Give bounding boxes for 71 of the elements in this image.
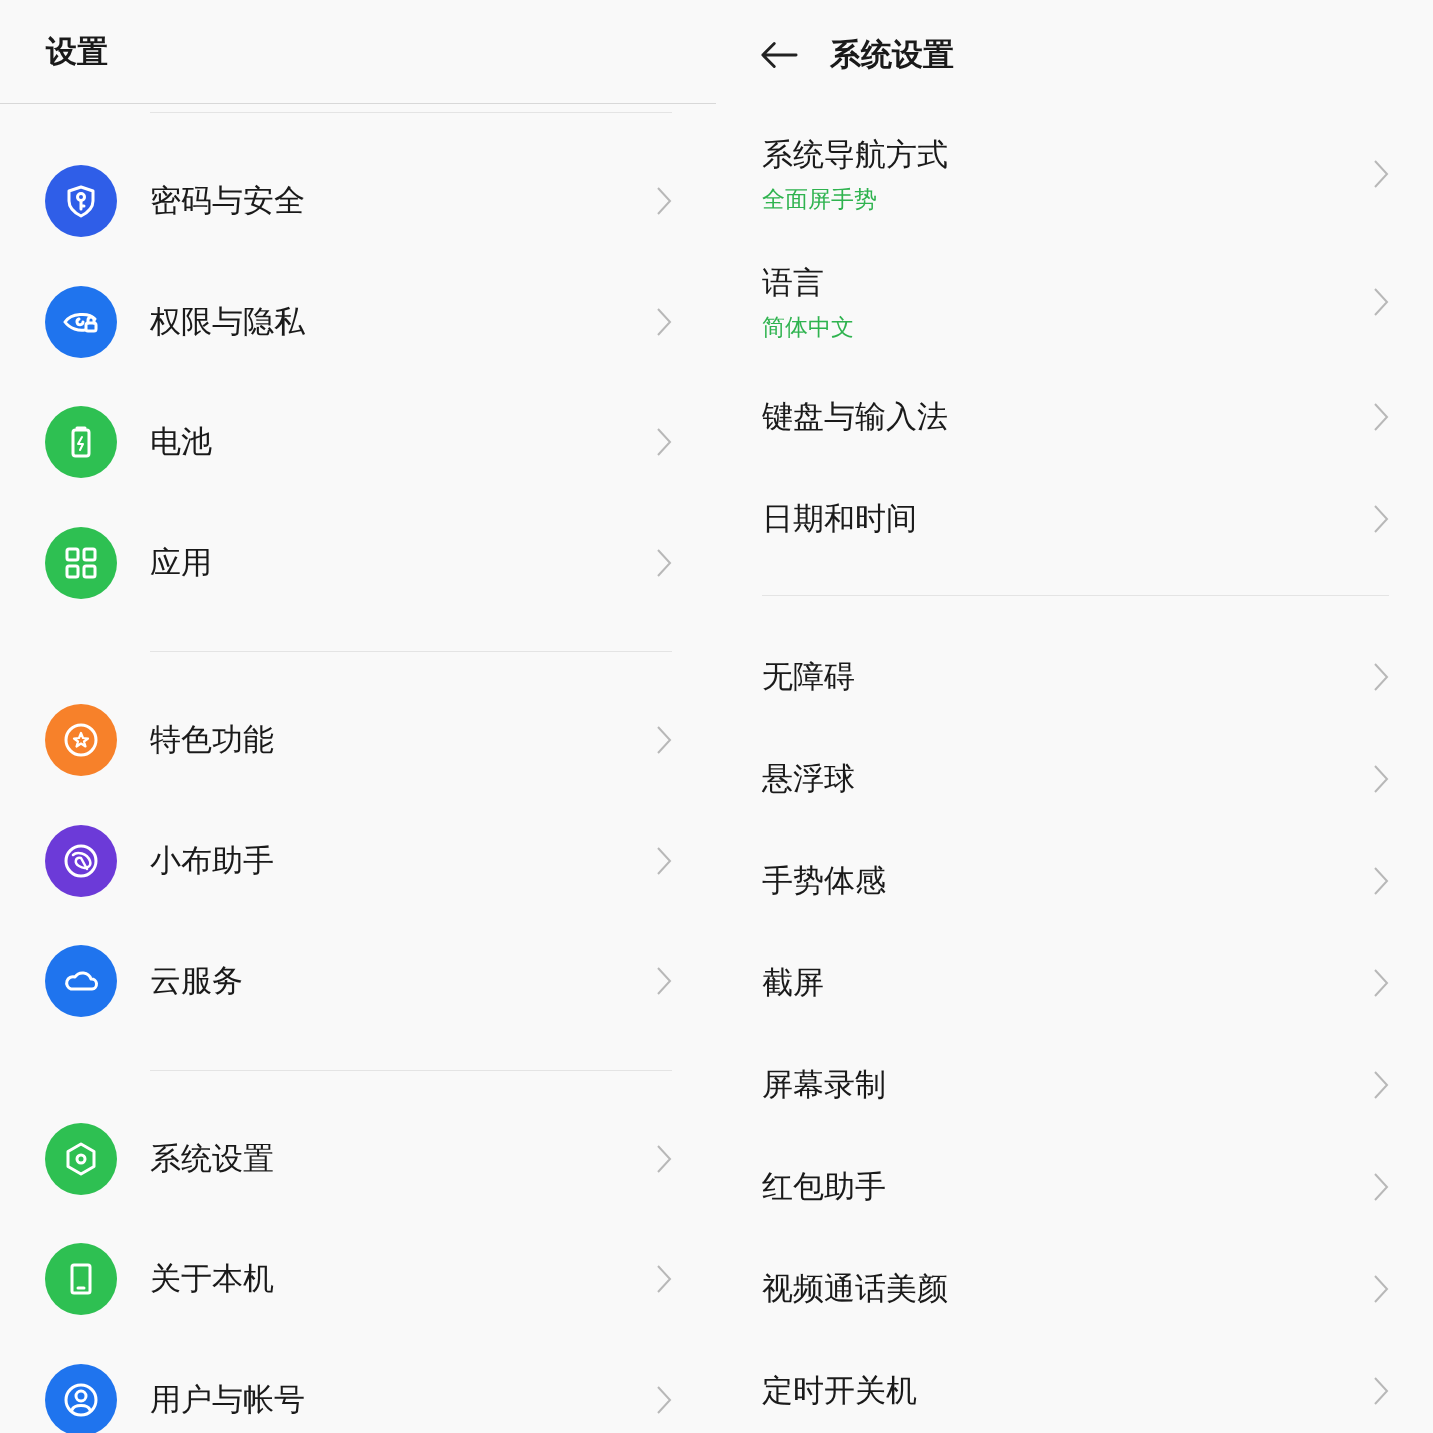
page-title: 设置 xyxy=(46,31,108,71)
item-label: 日期和时间 xyxy=(762,499,918,538)
item-label: 无障碍 xyxy=(762,657,856,696)
settings-item[interactable]: 关于本机 xyxy=(150,1219,672,1340)
settings-item[interactable]: 截屏 xyxy=(762,932,1389,1034)
settings-item[interactable]: 定时开关机 xyxy=(762,1340,1389,1433)
chevron-icon xyxy=(656,1143,672,1174)
chevron-icon xyxy=(1373,1172,1389,1202)
back-arrow-icon[interactable] xyxy=(760,41,798,69)
chevron-icon xyxy=(1373,764,1389,794)
item-label: 系统导航方式 xyxy=(762,134,949,174)
item-label: 屏幕录制 xyxy=(762,1065,887,1104)
settings-item[interactable]: 应用 xyxy=(150,502,672,623)
chevron-icon xyxy=(1373,866,1389,896)
settings-item[interactable]: 屏幕录制 xyxy=(762,1034,1389,1136)
chevron-icon xyxy=(656,1384,672,1415)
item-label: 用户与帐号 xyxy=(150,1379,306,1419)
settings-item[interactable]: 悬浮球 xyxy=(762,728,1389,830)
settings-item[interactable]: 小布助手 xyxy=(150,800,672,921)
chevron-icon xyxy=(656,306,672,337)
chevron-icon xyxy=(1373,1376,1389,1406)
item-label: 语言 xyxy=(762,262,825,302)
chevron-icon xyxy=(1373,968,1389,998)
item-label: 权限与隐私 xyxy=(150,301,306,341)
item-label: 关于本机 xyxy=(150,1259,275,1299)
settings-item[interactable]: 语言 简体中文 xyxy=(762,238,1389,366)
settings-item[interactable]: 键盘与输入法 xyxy=(762,366,1389,468)
chevron-icon xyxy=(1373,504,1389,534)
chevron-icon xyxy=(656,547,672,578)
page-title: 系统设置 xyxy=(830,35,954,74)
chevron-icon xyxy=(656,1264,672,1295)
item-label: 应用 xyxy=(150,542,213,582)
settings-item[interactable]: 系统导航方式 全面屏手势 xyxy=(762,110,1389,238)
chevron-icon xyxy=(656,725,672,756)
item-label: 悬浮球 xyxy=(762,759,856,798)
item-label: 红包助手 xyxy=(762,1167,887,1206)
settings-item[interactable]: 视频通话美颜 xyxy=(762,1238,1389,1340)
settings-item[interactable]: 权限与隐私 xyxy=(150,261,672,382)
item-label: 手势体感 xyxy=(762,861,887,900)
settings-item[interactable]: 日期和时间 xyxy=(762,468,1389,570)
settings-item[interactable]: 特色功能 xyxy=(150,680,672,801)
chevron-icon xyxy=(1373,287,1389,317)
chevron-icon xyxy=(656,427,672,458)
item-label: 云服务 xyxy=(150,961,244,1001)
chevron-icon xyxy=(656,966,672,997)
item-label: 截屏 xyxy=(762,963,825,1002)
item-label: 系统设置 xyxy=(150,1138,275,1178)
item-label: 定时开关机 xyxy=(762,1371,918,1410)
chevron-icon xyxy=(1373,1070,1389,1100)
chevron-icon xyxy=(656,186,672,217)
settings-item[interactable]: 用户与帐号 xyxy=(150,1339,672,1433)
chevron-icon xyxy=(1373,159,1389,189)
item-label: 密码与安全 xyxy=(150,181,306,221)
item-label: 电池 xyxy=(150,422,213,462)
item-label: 小布助手 xyxy=(150,840,275,880)
chevron-icon xyxy=(1373,1274,1389,1304)
item-label: 视频通话美颜 xyxy=(762,1269,949,1308)
settings-item[interactable]: 系统设置 xyxy=(150,1098,672,1219)
settings-item[interactable]: 手势体感 xyxy=(762,830,1389,932)
item-value: 简体中文 xyxy=(762,312,855,342)
item-label: 键盘与输入法 xyxy=(762,397,949,436)
settings-item[interactable]: 红包助手 xyxy=(762,1136,1389,1238)
chevron-icon xyxy=(1373,402,1389,432)
item-value: 全面屏手势 xyxy=(762,184,878,214)
settings-item[interactable]: 无障碍 xyxy=(762,626,1389,728)
item-label: 特色功能 xyxy=(150,720,275,760)
settings-item[interactable]: 密码与安全 xyxy=(150,141,672,262)
settings-item[interactable]: 电池 xyxy=(150,382,672,503)
chevron-icon xyxy=(656,845,672,876)
settings-item[interactable]: 云服务 xyxy=(150,921,672,1042)
chevron-icon xyxy=(1373,662,1389,692)
